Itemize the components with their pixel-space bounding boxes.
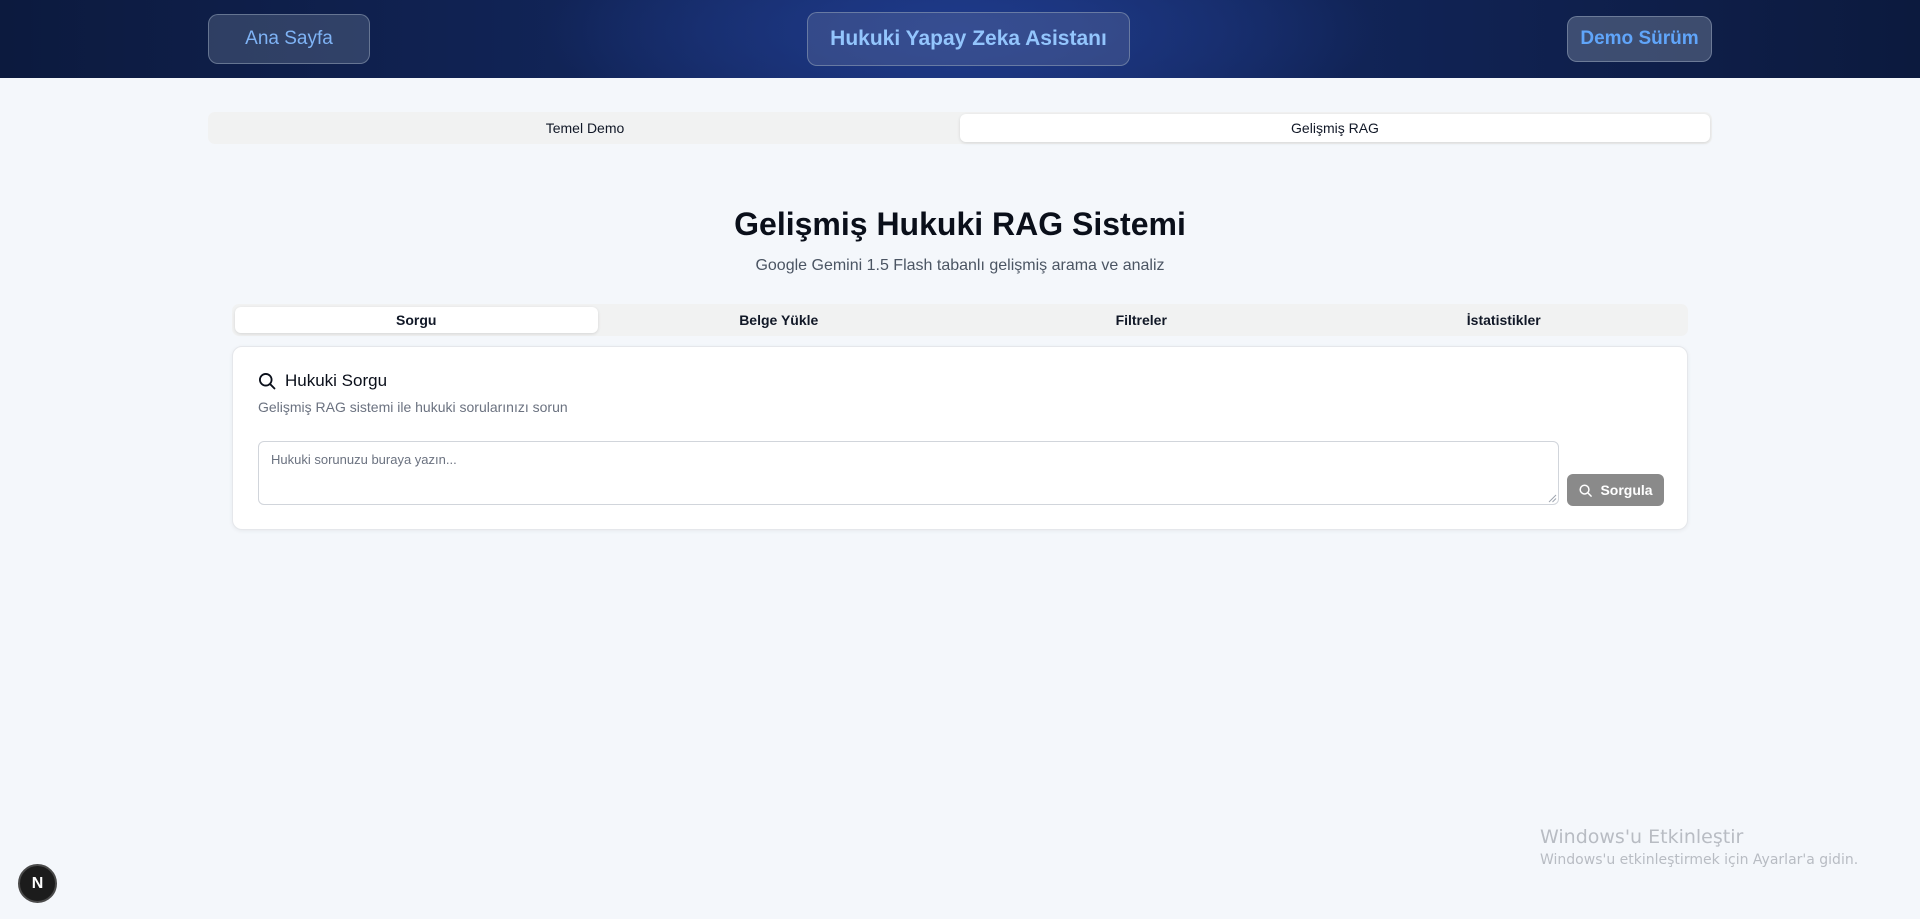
- page-subtitle: Google Gemini 1.5 Flash tabanlı gelişmiş…: [755, 257, 1165, 274]
- home-button[interactable]: Ana Sayfa: [208, 14, 370, 64]
- legal-query-input[interactable]: [258, 441, 1559, 505]
- submit-query-label: Sorgula: [1600, 482, 1653, 498]
- tab-advanced-rag[interactable]: Gelişmiş RAG: [960, 114, 1710, 142]
- query-card-header: Hukuki Sorgu: [257, 371, 387, 391]
- windows-activation-subtitle: Windows'u etkinleştirmek için Ayarlar'a …: [1540, 852, 1859, 868]
- tab-upload-document[interactable]: Belge Yükle: [598, 307, 961, 333]
- top-header: Ana Sayfa Hukuki Yapay Zeka Asistanı Dem…: [0, 0, 1920, 78]
- query-card: Hukuki Sorgu Gelişmiş RAG sistemi ile hu…: [232, 346, 1688, 530]
- search-icon: [259, 373, 276, 390]
- query-card-title: Hukuki Sorgu: [285, 371, 388, 390]
- tab-basic-demo[interactable]: Temel Demo: [210, 114, 960, 142]
- submit-query-button[interactable]: Sorgula: [1567, 474, 1664, 506]
- feature-tabs: Sorgu Belge Yükle Filtreler İstatistikle…: [232, 304, 1688, 336]
- search-icon: [1579, 483, 1593, 497]
- tab-filters[interactable]: Filtreler: [960, 307, 1323, 333]
- windows-activation-title: Windows'u Etkinleştir: [1540, 826, 1744, 848]
- tab-statistics[interactable]: İstatistikler: [1323, 307, 1686, 333]
- resize-handle-icon[interactable]: [1547, 493, 1557, 503]
- demo-version-button[interactable]: Demo Sürüm: [1567, 16, 1712, 62]
- mode-tabs: Temel Demo Gelişmiş RAG: [208, 112, 1712, 144]
- query-card-description: Gelişmiş RAG sistemi ile hukuki soruları…: [258, 399, 568, 415]
- nextjs-logo-letter: N: [31, 874, 44, 892]
- page-title: Gelişmiş Hukuki RAG Sistemi: [734, 206, 1186, 242]
- tab-query[interactable]: Sorgu: [235, 307, 598, 333]
- nextjs-dev-badge[interactable]: N: [18, 864, 57, 903]
- app-title-badge: Hukuki Yapay Zeka Asistanı: [807, 12, 1130, 66]
